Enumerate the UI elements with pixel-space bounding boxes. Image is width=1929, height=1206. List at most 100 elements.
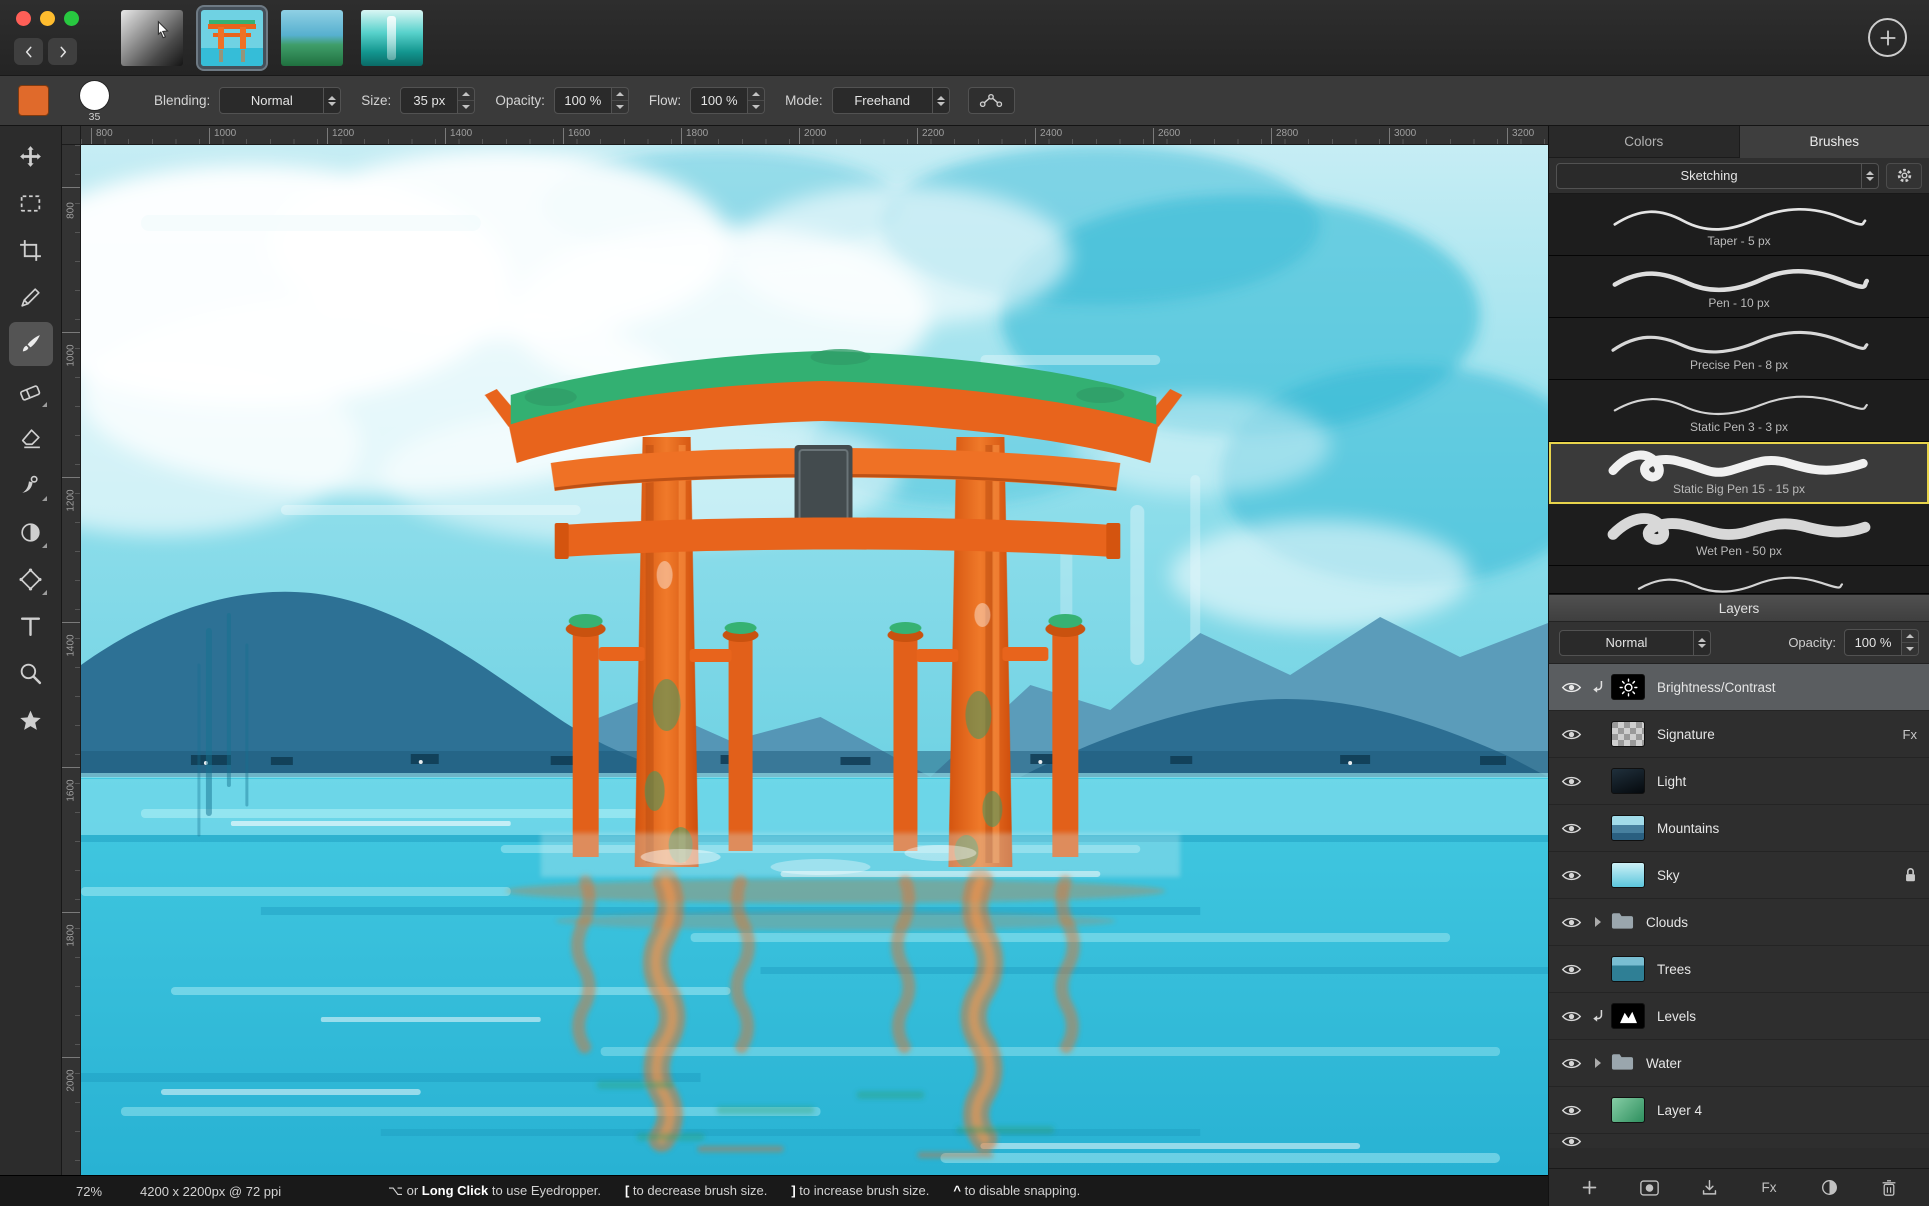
- document-thumbnail-portrait[interactable]: [118, 7, 186, 69]
- lock-indicator[interactable]: [1904, 867, 1917, 883]
- layer-blend-dropdown[interactable]: Normal: [1559, 630, 1711, 656]
- mesh-warp-tool[interactable]: [9, 557, 53, 601]
- adjustment-button[interactable]: [1811, 1173, 1847, 1203]
- brush-item-wet-pen[interactable]: Wet Pen - 50 px: [1549, 504, 1929, 566]
- size-stepper[interactable]: 35 px: [400, 87, 475, 114]
- marquee-tool[interactable]: [9, 181, 53, 225]
- group-folder[interactable]: [1611, 911, 1634, 934]
- move-tool[interactable]: [9, 134, 53, 178]
- expand-toggle[interactable]: [1585, 1058, 1611, 1068]
- crop-tool[interactable]: [9, 228, 53, 272]
- text-tool[interactable]: [9, 604, 53, 648]
- visibility-toggle[interactable]: [1561, 1134, 1585, 1148]
- document-thumbnail-waterfall[interactable]: [358, 7, 426, 69]
- minimize-window-button[interactable]: [40, 11, 55, 26]
- visibility-toggle[interactable]: [1561, 1103, 1585, 1118]
- visibility-toggle[interactable]: [1561, 1009, 1585, 1024]
- visibility-toggle[interactable]: [1561, 1056, 1585, 1071]
- brush-item-partial[interactable]: [1549, 566, 1929, 594]
- smudge-tool[interactable]: [9, 463, 53, 507]
- brush-preview-circle[interactable]: [80, 81, 109, 110]
- add-mask-button[interactable]: [1631, 1173, 1667, 1203]
- brightness-sun-icon: [1619, 678, 1638, 697]
- group-folder[interactable]: [1611, 1052, 1634, 1075]
- blending-dropdown[interactable]: Normal: [219, 87, 341, 114]
- add-layer-button[interactable]: [1571, 1173, 1607, 1203]
- canvas[interactable]: [81, 145, 1548, 1175]
- tab-colors[interactable]: Colors: [1549, 126, 1740, 158]
- expand-toggle[interactable]: [1585, 917, 1611, 927]
- layer-thumbnail[interactable]: [1611, 815, 1645, 841]
- visibility-toggle[interactable]: [1561, 821, 1585, 836]
- stepper-arrows-icon[interactable]: [612, 87, 629, 114]
- back-button[interactable]: [14, 38, 43, 65]
- layer-thumbnail[interactable]: [1611, 1097, 1645, 1123]
- document-thumbnails: [118, 7, 426, 69]
- layer-row-trees[interactable]: Trees: [1549, 946, 1929, 993]
- layer-thumbnail[interactable]: [1611, 862, 1645, 888]
- layer-opacity-stepper[interactable]: 100 %: [1844, 629, 1919, 656]
- brush-stroke-preview: [1574, 325, 1904, 361]
- layer-thumbnail[interactable]: [1611, 721, 1645, 747]
- layer-row-levels[interactable]: Levels: [1549, 993, 1929, 1040]
- dodge-burn-tool[interactable]: [9, 510, 53, 554]
- layer-row-water[interactable]: Water: [1549, 1040, 1929, 1087]
- ruler-label: 1800: [66, 913, 77, 959]
- layer-row-sky[interactable]: Sky: [1549, 852, 1929, 899]
- brush-settings-button[interactable]: [1886, 163, 1922, 189]
- visibility-toggle[interactable]: [1561, 868, 1585, 883]
- layer-row-signature[interactable]: Signature Fx: [1549, 711, 1929, 758]
- pencil-tool[interactable]: [9, 275, 53, 319]
- layer-row-mountains[interactable]: Mountains: [1549, 805, 1929, 852]
- visibility-toggle[interactable]: [1561, 915, 1585, 930]
- layer-row-light[interactable]: Light: [1549, 758, 1929, 805]
- visibility-toggle[interactable]: [1561, 727, 1585, 742]
- close-window-button[interactable]: [16, 11, 31, 26]
- document-thumbnail-torii-active[interactable]: [198, 7, 266, 69]
- opacity-stepper[interactable]: 100 %: [554, 87, 629, 114]
- ruler-label: 1400: [66, 623, 77, 669]
- zoom-tool[interactable]: [9, 651, 53, 695]
- download-icon: [1701, 1179, 1718, 1196]
- layer-list: Brightness/Contrast Signature Fx: [1549, 664, 1929, 1168]
- new-document-button[interactable]: [1868, 18, 1907, 57]
- tab-brushes[interactable]: Brushes: [1740, 126, 1929, 158]
- forward-button[interactable]: [48, 38, 77, 65]
- layer-row-partial[interactable]: [1549, 1134, 1929, 1148]
- background-erase-tool[interactable]: [9, 416, 53, 460]
- adjustment-thumbnail[interactable]: [1611, 674, 1645, 700]
- active-color-swatch[interactable]: [18, 85, 49, 116]
- brush-item-taper[interactable]: Taper - 5 px: [1549, 194, 1929, 256]
- favorites-tool[interactable]: [9, 698, 53, 742]
- brush-item-precise-pen[interactable]: Precise Pen - 8 px: [1549, 318, 1929, 380]
- zoom-window-button[interactable]: [64, 11, 79, 26]
- brush-item-static-big-pen-15-selected[interactable]: Static Big Pen 15 - 15 px: [1549, 442, 1929, 504]
- layer-effects-button[interactable]: Fx: [1751, 1173, 1787, 1203]
- adjustment-thumbnail[interactable]: [1611, 1003, 1645, 1029]
- layer-row-brightness-contrast[interactable]: Brightness/Contrast: [1549, 664, 1929, 711]
- document-thumbnail-coast[interactable]: [278, 7, 346, 69]
- zoom-level: 72%: [76, 1184, 140, 1199]
- layer-thumbnail[interactable]: [1611, 768, 1645, 794]
- layer-fx-badge[interactable]: Fx: [1903, 727, 1917, 742]
- mode-dropdown[interactable]: Freehand: [832, 87, 950, 114]
- brush-category-dropdown[interactable]: Sketching: [1556, 163, 1879, 189]
- visibility-toggle[interactable]: [1561, 680, 1585, 695]
- flow-stepper[interactable]: 100 %: [690, 87, 765, 114]
- stepper-arrows-icon[interactable]: [748, 87, 765, 114]
- export-layer-button[interactable]: [1691, 1173, 1727, 1203]
- layer-row-clouds[interactable]: Clouds: [1549, 899, 1929, 946]
- brush-item-static-pen-3[interactable]: Static Pen 3 - 3 px: [1549, 380, 1929, 442]
- erase-tool[interactable]: [9, 369, 53, 413]
- stepper-arrows-icon[interactable]: [458, 87, 475, 114]
- brush-item-pen[interactable]: Pen - 10 px: [1549, 256, 1929, 318]
- stabilizer-button[interactable]: [968, 87, 1015, 114]
- layer-thumbnail[interactable]: [1611, 956, 1645, 982]
- layer-row-layer-4[interactable]: Layer 4: [1549, 1087, 1929, 1134]
- visibility-toggle[interactable]: [1561, 962, 1585, 977]
- delete-layer-button[interactable]: [1871, 1173, 1907, 1203]
- dodge-icon: [18, 520, 43, 545]
- stepper-arrows-icon[interactable]: [1902, 629, 1919, 656]
- paint-brush-tool[interactable]: [9, 322, 53, 366]
- visibility-toggle[interactable]: [1561, 774, 1585, 789]
